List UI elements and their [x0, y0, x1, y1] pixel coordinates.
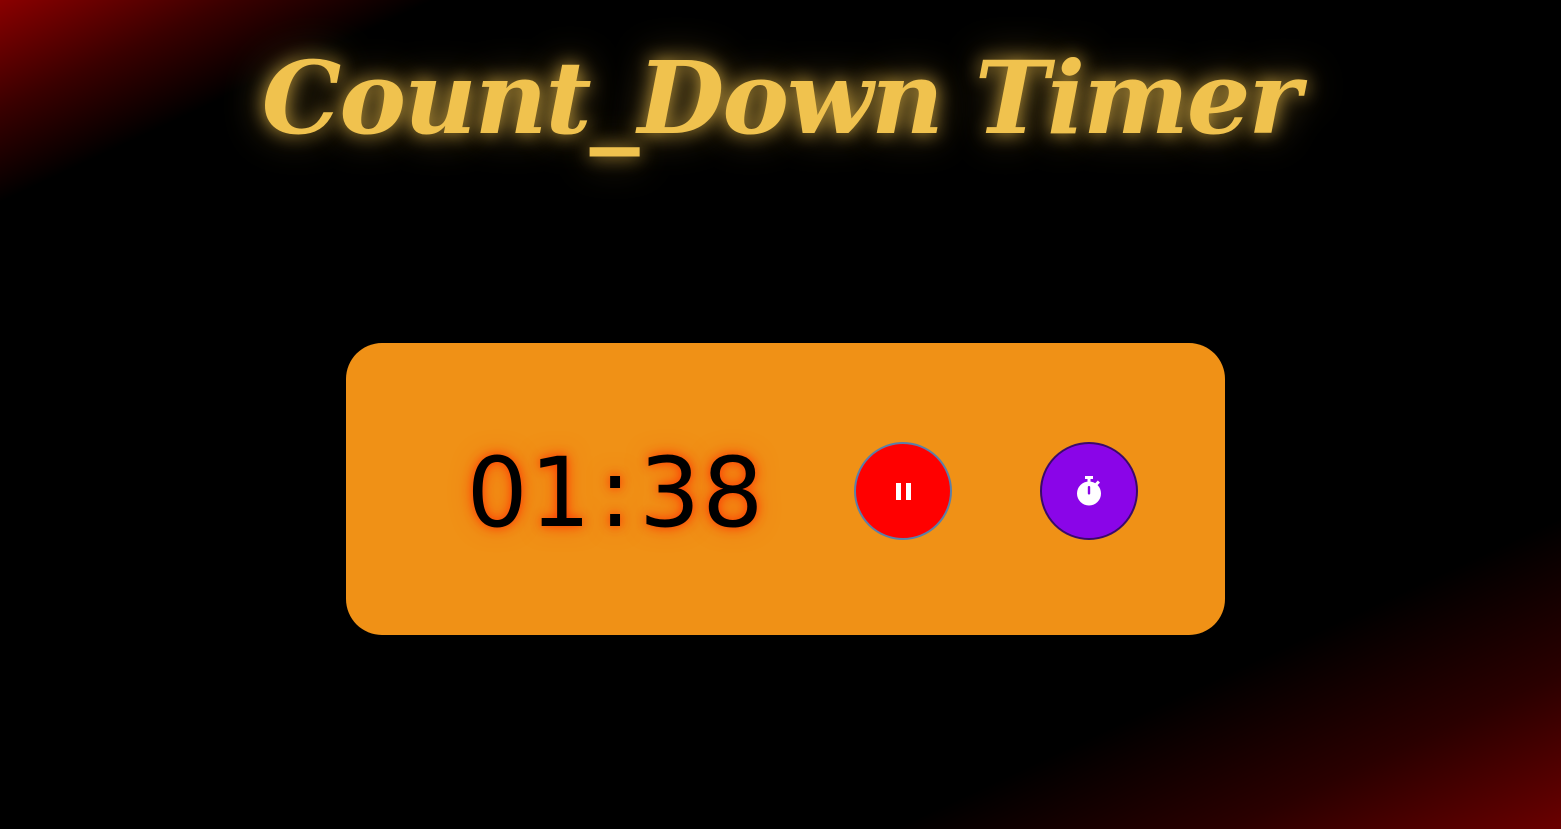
minutes-value: 01 [466, 437, 593, 549]
pause-icon [895, 482, 911, 500]
stopwatch-icon [1077, 476, 1101, 506]
timer-button[interactable] [1040, 442, 1138, 540]
timer-card: 01:38 [346, 343, 1225, 635]
page-title: Count_Down Timer [261, 39, 1301, 157]
pause-button[interactable] [854, 442, 952, 540]
seconds-value: 38 [639, 437, 766, 549]
time-display: 01:38 [446, 428, 786, 558]
time-separator: : [598, 437, 634, 549]
